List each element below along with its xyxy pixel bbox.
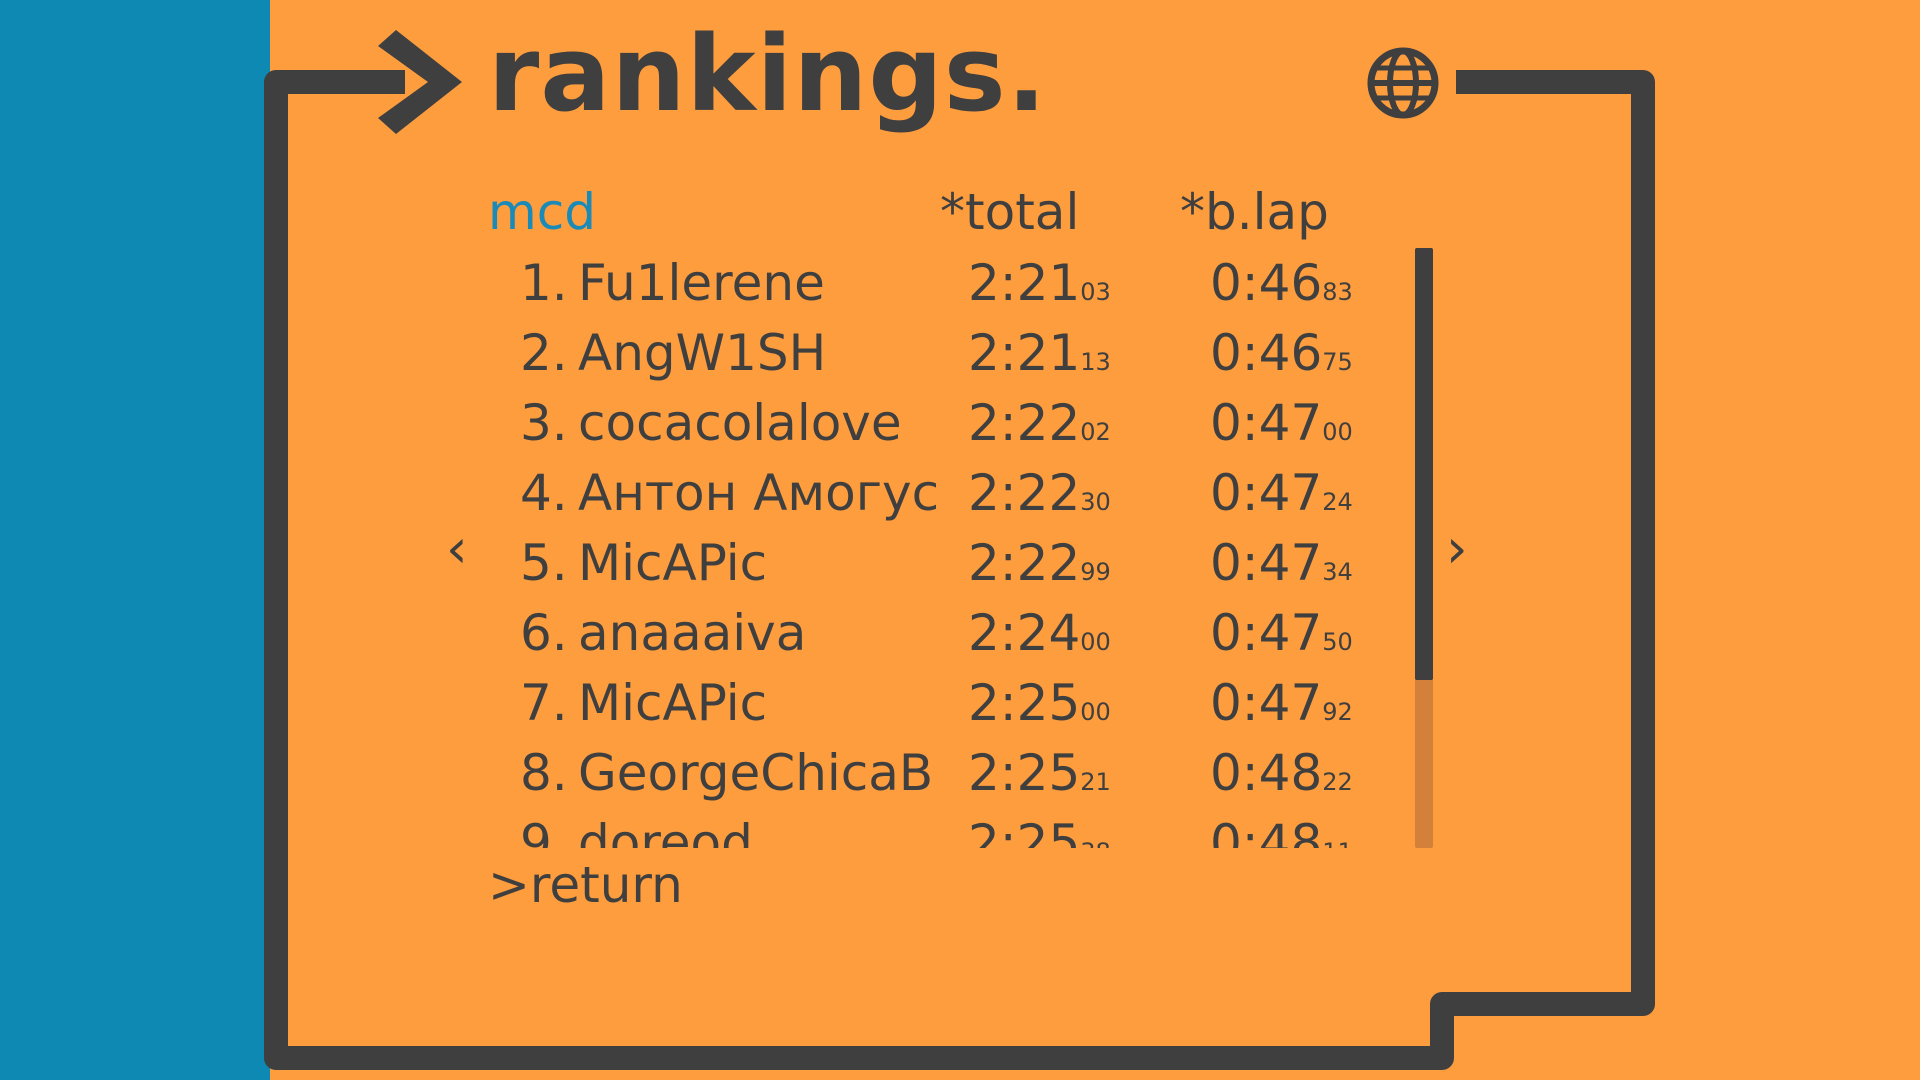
best-lap-time: 0:4724 [1210,464,1353,522]
rank-number: 5. [520,534,568,592]
rank-number: 9. [520,814,568,848]
best-lap-time: 0:4811 [1210,814,1353,848]
total-time: 2:2521 [968,744,1111,802]
total-time: 2:2538 [968,814,1111,848]
page-title: rankings. [488,13,1048,135]
ranking-row[interactable]: 3. cocacolalove 2:2202 0:4700 [500,388,1360,458]
best-lap-time: 0:4750 [1210,604,1353,662]
player-name: MicAPic [578,534,768,592]
total-time: 2:2103 [968,254,1111,312]
rank-number: 1. [520,254,568,312]
next-track-arrow-icon[interactable]: › [1446,522,1468,576]
player-name: AngW1SH [578,324,827,382]
player-name: Антон Амогус [578,464,940,522]
ranking-row[interactable]: 8. GeorgeChicaB 2:2521 0:4822 [500,738,1360,808]
ranking-row[interactable]: 7. MicAPic 2:2500 0:4792 [500,668,1360,738]
ranking-row[interactable]: 1. Fu1lerene 2:2103 0:4683 [500,248,1360,318]
column-header-best-lap[interactable]: *b.lap [1180,182,1329,242]
ranking-row[interactable]: 9. doreod 2:2538 0:4811 [500,808,1360,848]
player-name: doreod [578,814,753,848]
rankings-list[interactable]: 1. Fu1lerene 2:2103 0:4683 2. AngW1SH 2:… [500,248,1360,848]
rank-number: 6. [520,604,568,662]
best-lap-time: 0:4792 [1210,674,1353,732]
total-time: 2:2202 [968,394,1111,452]
total-time: 2:2500 [968,674,1111,732]
player-name: anaaaiva [578,604,807,662]
total-time: 2:2400 [968,604,1111,662]
total-time: 2:2299 [968,534,1111,592]
player-name: MicAPic [578,674,768,732]
best-lap-time: 0:4822 [1210,744,1353,802]
track-selector[interactable]: mcd [488,182,596,242]
prev-track-arrow-icon[interactable]: ‹ [446,522,468,576]
globe-icon[interactable] [1366,46,1440,120]
list-scrollbar[interactable] [1415,248,1433,848]
ranking-row[interactable]: 2. AngW1SH 2:2113 0:4675 [500,318,1360,388]
best-lap-time: 0:4675 [1210,324,1353,382]
column-header-total[interactable]: *total [940,182,1079,242]
return-button[interactable]: >return [488,855,683,915]
ranking-row[interactable]: 4. Антон Амогус 2:2230 0:4724 [500,458,1360,528]
player-name: Fu1lerene [578,254,825,312]
total-time: 2:2230 [968,464,1111,522]
rank-number: 3. [520,394,568,452]
ranking-row[interactable]: 6. anaaaiva 2:2400 0:4750 [500,598,1360,668]
scrollbar-thumb[interactable] [1415,248,1433,680]
rank-number: 8. [520,744,568,802]
rank-number: 4. [520,464,568,522]
rank-number: 7. [520,674,568,732]
player-name: cocacolalove [578,394,902,452]
best-lap-time: 0:4683 [1210,254,1353,312]
best-lap-time: 0:4700 [1210,394,1353,452]
player-name: GeorgeChicaB [578,744,934,802]
best-lap-time: 0:4734 [1210,534,1353,592]
ranking-row[interactable]: 5. MicAPic 2:2299 0:4734 [500,528,1360,598]
rank-number: 2. [520,324,568,382]
total-time: 2:2113 [968,324,1111,382]
